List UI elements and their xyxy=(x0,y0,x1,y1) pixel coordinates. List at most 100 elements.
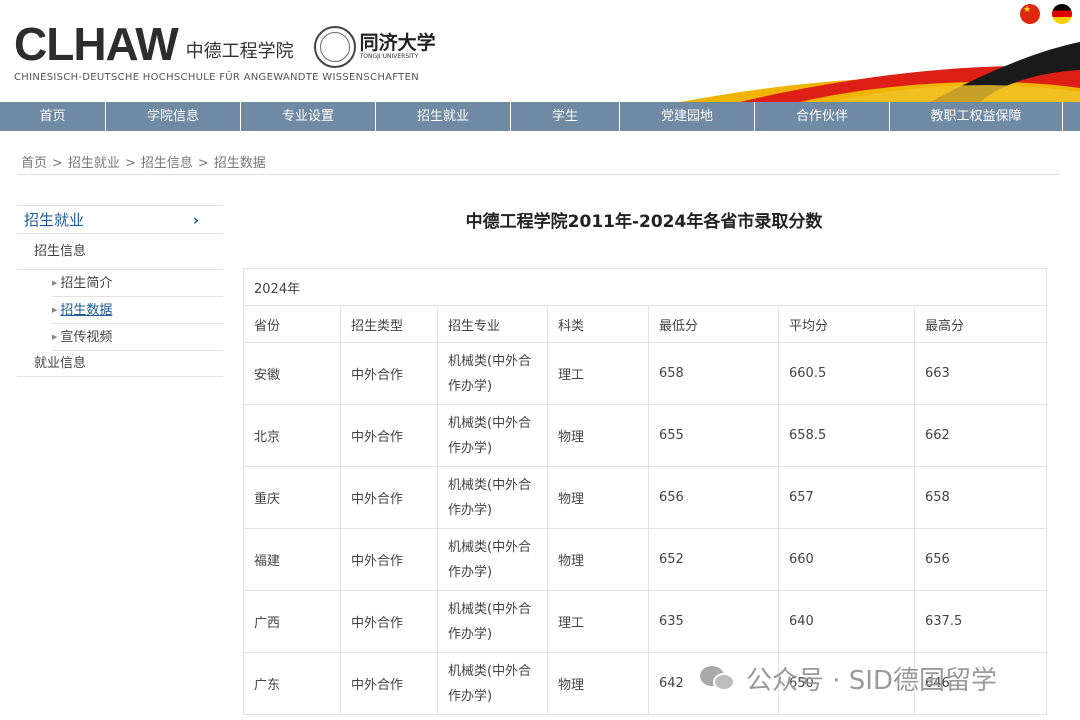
col-header: 省份 xyxy=(243,305,341,343)
breadcrumb-admission-data[interactable]: 招生数据 xyxy=(214,156,266,171)
cell-avg: 657 xyxy=(778,466,915,529)
cell-province: 重庆 xyxy=(243,466,341,529)
breadcrumb-home[interactable]: 首页 xyxy=(21,156,47,171)
tongji-logo: 同济大学 TONGJI UNIVERSITY xyxy=(313,26,436,68)
col-header: 平均分 xyxy=(778,305,915,343)
table-row: 广西 中外合作 机械类(中外合作办学) 理工 635 640 637.5 xyxy=(243,590,1048,653)
cell-max: 658 xyxy=(913,466,1048,529)
cell-min: 658 xyxy=(648,342,779,405)
col-header: 最低分 xyxy=(648,305,779,343)
nav-admissions[interactable]: 招生就业 xyxy=(376,102,511,131)
sidebar-subitem-intro[interactable]: ▶ 招生简介 xyxy=(52,270,223,297)
main-nav: 首页 学院信息 专业设置 招生就业 学生 党建园地 合作伙伴 教职工权益保障 xyxy=(0,102,1080,131)
nav-programs[interactable]: 专业设置 xyxy=(241,102,376,131)
cell-max: 637.5 xyxy=(913,590,1048,653)
sidebar-subitem-data[interactable]: ▶ 招生数据 xyxy=(52,297,223,324)
table-year-row: 2024年 xyxy=(242,268,1048,306)
tongji-name-cn: 同济大学 xyxy=(359,32,436,55)
watermark-text: 公众号 · SID德国留学 xyxy=(746,666,997,696)
cell-min: 656 xyxy=(648,466,779,529)
cell-major: 机械类(中外合作办学) xyxy=(437,528,548,591)
breadcrumb-sep: > xyxy=(197,156,209,171)
chevron-right-icon: › xyxy=(192,210,199,229)
cell-major: 机械类(中外合作办学) xyxy=(437,404,548,467)
sidebar-heading[interactable]: 招生就业 › xyxy=(17,205,223,234)
cell-type: 中外合作 xyxy=(340,590,438,653)
cell-province: 广西 xyxy=(243,590,341,653)
table-year: 2024年 xyxy=(242,268,1048,306)
nav-about[interactable]: 学院信息 xyxy=(106,102,241,131)
sidebar-subitem-label: 招生数据 xyxy=(60,303,113,318)
cell-min: 635 xyxy=(648,590,779,653)
table-row: 重庆 中外合作 机械类(中外合作办学) 物理 656 657 658 xyxy=(243,466,1048,529)
sidebar: 招生就业 › 招生信息 ▶ 招生简介 ▶ 招生数据 ▶ 宣传视频 就业信息 xyxy=(17,205,223,377)
site-header: CLHAW 中德工程学院 同济大学 TONGJI UNIVERSITY CHIN… xyxy=(0,0,1080,102)
table-row: 福建 中外合作 机械类(中外合作办学) 物理 652 660 656 xyxy=(243,528,1048,591)
cell-category: 物理 xyxy=(547,466,649,529)
cell-province: 北京 xyxy=(243,404,341,467)
site-logo[interactable]: CLHAW 中德工程学院 同济大学 TONGJI UNIVERSITY CHIN… xyxy=(14,20,436,83)
tongji-name-en: TONGJI UNIVERSITY xyxy=(359,53,419,61)
cell-category: 物理 xyxy=(547,404,649,467)
cell-province: 安徽 xyxy=(243,342,341,405)
cell-min: 652 xyxy=(648,528,779,591)
scores-table: 2024年 省份 招生类型 招生专业 科类 最低分 平均分 最高分 安徽 中外合作… xyxy=(242,268,1048,715)
cell-max: 656 xyxy=(913,528,1048,591)
cell-type: 中外合作 xyxy=(340,466,438,529)
cell-major: 机械类(中外合作办学) xyxy=(437,590,548,653)
nav-party[interactable]: 党建园地 xyxy=(620,102,755,131)
triangle-right-icon: ▶ xyxy=(52,279,58,287)
table-row: 北京 中外合作 机械类(中外合作办学) 物理 655 658.5 662 xyxy=(243,404,1048,467)
cell-province: 福建 xyxy=(243,528,341,591)
wechat-watermark: 公众号 · SID德国留学 xyxy=(700,660,997,697)
nav-staff-rights[interactable]: 教职工权益保障 xyxy=(890,102,1063,131)
breadcrumb: 首页 > 招生就业 > 招生信息 > 招生数据 xyxy=(21,152,266,171)
sidebar-item-employment[interactable]: 就业信息 xyxy=(17,351,223,377)
sidebar-subitem-video[interactable]: ▶ 宣传视频 xyxy=(52,324,223,351)
breadcrumb-sep: > xyxy=(124,156,136,171)
triangle-right-icon: ▶ xyxy=(52,306,58,314)
col-header: 招生专业 xyxy=(437,305,548,343)
breadcrumb-admission-info[interactable]: 招生信息 xyxy=(141,156,193,171)
header-swoosh-decoration xyxy=(680,42,1080,102)
breadcrumb-divider xyxy=(17,174,1060,175)
col-header: 招生类型 xyxy=(340,305,438,343)
wechat-icon xyxy=(700,664,738,694)
china-flag-icon[interactable] xyxy=(1020,4,1040,24)
germany-flag-icon[interactable] xyxy=(1052,4,1072,24)
nav-partners[interactable]: 合作伙伴 xyxy=(755,102,890,131)
sidebar-item-admission-info[interactable]: 招生信息 xyxy=(17,234,223,270)
cell-category: 理工 xyxy=(547,590,649,653)
cell-category: 理工 xyxy=(547,342,649,405)
breadcrumb-sep: > xyxy=(52,156,63,171)
logo-subtitle: CHINESISCH-DEUTSCHE HOCHSCHULE FÜR ANGEW… xyxy=(14,72,419,83)
cell-province: 广东 xyxy=(243,652,341,715)
cell-type: 中外合作 xyxy=(340,528,438,591)
cell-major: 机械类(中外合作办学) xyxy=(437,466,548,529)
cell-avg: 658.5 xyxy=(778,404,915,467)
cell-type: 中外合作 xyxy=(340,652,438,715)
col-header: 最高分 xyxy=(913,305,1048,343)
breadcrumb-admissions[interactable]: 招生就业 xyxy=(68,156,120,171)
table-header-row: 省份 招生类型 招生专业 科类 最低分 平均分 最高分 xyxy=(243,305,1048,343)
cell-type: 中外合作 xyxy=(340,342,438,405)
language-switcher xyxy=(1020,4,1072,24)
logo-wordmark: CLHAW xyxy=(14,18,179,70)
cell-major: 机械类(中外合作办学) xyxy=(437,342,548,405)
cell-max: 663 xyxy=(913,342,1048,405)
tongji-seal-icon xyxy=(313,26,356,68)
cell-avg: 660.5 xyxy=(778,342,915,405)
table-row: 安徽 中外合作 机械类(中外合作办学) 理工 658 660.5 663 xyxy=(243,342,1048,405)
cell-avg: 660 xyxy=(778,528,915,591)
cell-category: 物理 xyxy=(547,652,649,715)
nav-students[interactable]: 学生 xyxy=(511,102,620,131)
cell-avg: 640 xyxy=(778,590,915,653)
col-header: 科类 xyxy=(547,305,649,343)
nav-home[interactable]: 首页 xyxy=(0,102,106,131)
cell-category: 物理 xyxy=(547,528,649,591)
page-title: 中德工程学院2011年-2024年各省市录取分数 xyxy=(465,212,823,232)
cell-type: 中外合作 xyxy=(340,404,438,467)
cell-major: 机械类(中外合作办学) xyxy=(437,652,548,715)
logo-chinese-name: 中德工程学院 xyxy=(185,41,294,62)
cell-min: 655 xyxy=(648,404,779,467)
